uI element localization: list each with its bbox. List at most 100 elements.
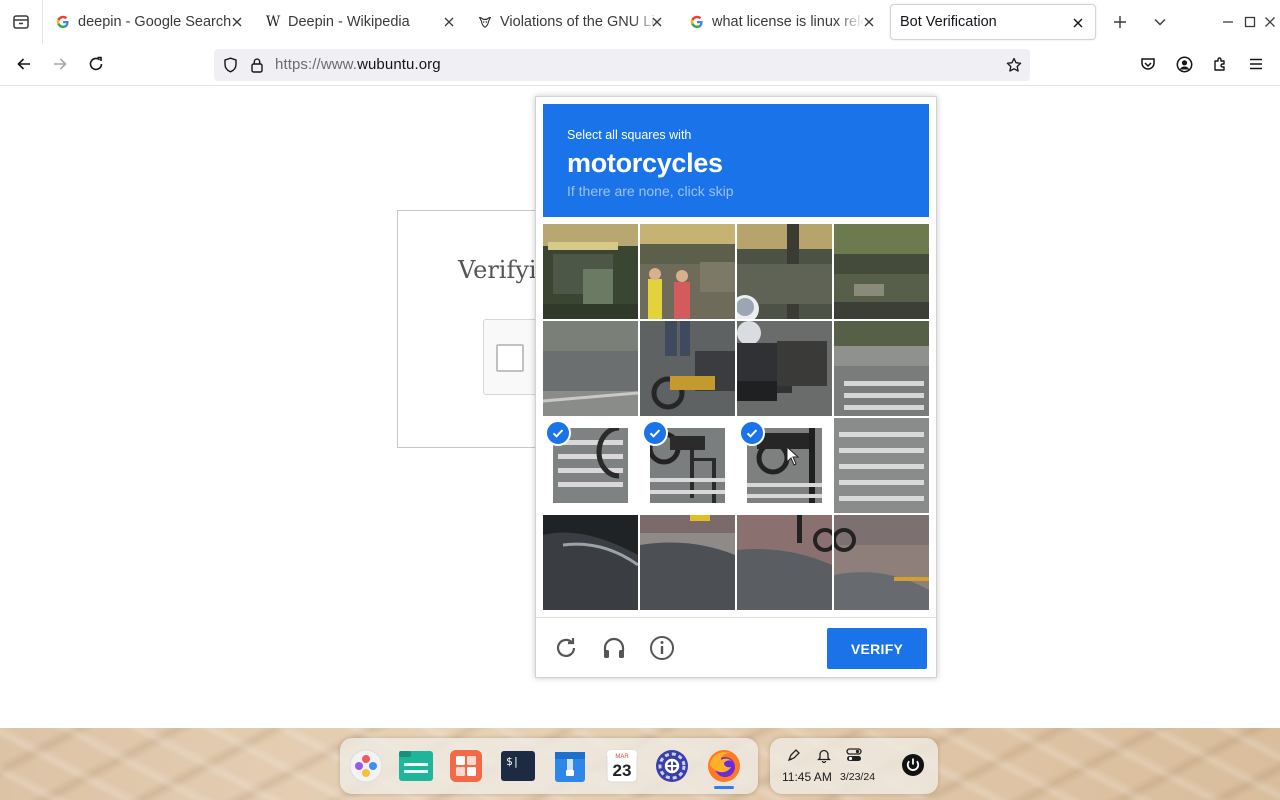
captcha-reload-button[interactable] bbox=[552, 634, 580, 662]
new-tab-button[interactable] bbox=[1108, 10, 1132, 34]
puzzle-icon bbox=[1214, 57, 1225, 71]
tile-image bbox=[543, 321, 638, 416]
captcha-tile-10[interactable] bbox=[640, 418, 735, 513]
captcha-image-grid bbox=[543, 224, 929, 610]
app-menu-button[interactable] bbox=[1244, 52, 1268, 76]
captcha-tile-14[interactable] bbox=[640, 515, 735, 610]
tab-linux-license-search[interactable]: what license is linux released under bbox=[690, 4, 882, 40]
url-scheme: https://www. bbox=[275, 56, 358, 73]
tab-title: what license is linux released under bbox=[712, 14, 864, 30]
tile-image bbox=[834, 321, 929, 416]
captcha-info-button[interactable] bbox=[648, 634, 676, 662]
forward-button[interactable] bbox=[48, 52, 72, 76]
selected-check-icon bbox=[739, 420, 765, 446]
extensions-button[interactable] bbox=[1208, 52, 1232, 76]
captcha-tile-15[interactable] bbox=[737, 515, 832, 610]
tab-overflow-button[interactable] bbox=[1148, 10, 1172, 34]
captcha-audio-button[interactable] bbox=[600, 634, 628, 662]
close-icon bbox=[1073, 18, 1083, 28]
captcha-tile-13[interactable] bbox=[543, 515, 638, 610]
plus-icon bbox=[1114, 16, 1126, 28]
terminal-icon: $| bbox=[501, 751, 535, 781]
captcha-verify-button[interactable]: VERIFY bbox=[827, 628, 927, 669]
dock-terminal[interactable]: $| bbox=[500, 748, 536, 784]
bookmark-star-button[interactable] bbox=[1004, 55, 1024, 75]
dock-firefox[interactable] bbox=[706, 748, 742, 784]
dock: $| MAR 23 bbox=[340, 738, 758, 794]
app-store-icon bbox=[450, 750, 482, 782]
captcha-tile-6[interactable] bbox=[640, 321, 735, 416]
hamburger-menu-icon bbox=[1250, 58, 1262, 70]
account-button[interactable] bbox=[1172, 52, 1196, 76]
wikipedia-icon: W bbox=[265, 14, 281, 30]
captcha-tile-3[interactable] bbox=[737, 224, 832, 319]
captcha-instruction: Select all squares with bbox=[567, 128, 692, 142]
google-icon bbox=[690, 15, 704, 29]
maximize-window-button[interactable] bbox=[1240, 12, 1260, 32]
tab-gnu-violations[interactable]: Violations of the GNU Licenses bbox=[478, 4, 670, 40]
close-icon bbox=[652, 17, 662, 27]
tab-bot-verification[interactable]: Bot Verification bbox=[890, 4, 1096, 40]
padlock-icon[interactable] bbox=[247, 55, 267, 75]
calendar-day: 23 bbox=[613, 761, 632, 780]
reload-icon bbox=[556, 638, 576, 657]
tile-image bbox=[640, 515, 735, 610]
google-icon bbox=[56, 15, 70, 29]
close-tab-button[interactable] bbox=[228, 13, 246, 31]
back-button[interactable] bbox=[12, 52, 36, 76]
captcha-prompt-header: Select all squares with motorcycles If t… bbox=[543, 104, 929, 217]
close-tab-button[interactable] bbox=[1069, 14, 1087, 32]
dock-app-store[interactable] bbox=[448, 748, 484, 784]
pocket-icon bbox=[1141, 58, 1155, 70]
tile-image bbox=[640, 224, 735, 319]
captcha-tile-11[interactable] bbox=[737, 418, 832, 513]
tracking-protection-icon[interactable] bbox=[220, 55, 240, 75]
launcher-icon bbox=[349, 749, 383, 783]
tab-title: deepin - Google Search bbox=[78, 14, 232, 30]
firefox-icon bbox=[708, 750, 740, 782]
dock-file-manager[interactable] bbox=[398, 748, 434, 784]
dock-calendar[interactable]: MAR 23 bbox=[604, 748, 640, 784]
tile-image bbox=[737, 321, 832, 416]
captcha-tile-7[interactable] bbox=[737, 321, 832, 416]
captcha-tile-12[interactable] bbox=[834, 418, 929, 513]
dock-archive-manager[interactable] bbox=[552, 748, 588, 784]
reload-icon bbox=[89, 56, 103, 71]
tab-deepin-wikipedia[interactable]: W Deepin - Wikipedia bbox=[266, 4, 460, 40]
address-bar[interactable]: https://www.wubuntu.org bbox=[214, 49, 1030, 81]
pocket-button[interactable] bbox=[1136, 52, 1160, 76]
tray-clock-time[interactable]: 11:45 AM bbox=[782, 770, 832, 784]
captcha-tile-9[interactable] bbox=[543, 418, 638, 513]
settings-icon bbox=[656, 750, 688, 782]
arrow-right-icon bbox=[54, 58, 67, 70]
dock-settings[interactable] bbox=[654, 748, 690, 784]
toggle-icon bbox=[846, 748, 862, 761]
tray-pen-button[interactable] bbox=[784, 746, 804, 764]
dock-launcher[interactable] bbox=[348, 748, 384, 784]
tray-notifications-button[interactable] bbox=[814, 746, 834, 764]
minimize-window-button[interactable] bbox=[1218, 12, 1238, 32]
captcha-tile-1[interactable] bbox=[543, 224, 638, 319]
captcha-tile-8[interactable] bbox=[834, 321, 929, 416]
url-host: wubuntu.org bbox=[357, 56, 441, 73]
captcha-tile-16[interactable] bbox=[834, 515, 929, 610]
tray-clock-date[interactable]: 3/23/24 bbox=[840, 771, 875, 783]
captcha-checkbox[interactable] bbox=[496, 344, 524, 372]
captcha-target: motorcycles bbox=[567, 148, 723, 178]
close-tab-button[interactable] bbox=[440, 13, 458, 31]
tab-strip: deepin - Google Search W Deepin - Wikipe… bbox=[0, 0, 1280, 45]
close-tab-button[interactable] bbox=[860, 13, 878, 31]
captcha-tile-5[interactable] bbox=[543, 321, 638, 416]
list-all-tabs-button[interactable] bbox=[0, 0, 43, 44]
tray-control-center-button[interactable] bbox=[844, 746, 864, 764]
close-tab-button[interactable] bbox=[648, 13, 666, 31]
captcha-tile-2[interactable] bbox=[640, 224, 735, 319]
tab-list-icon bbox=[13, 15, 29, 29]
close-icon bbox=[444, 17, 454, 27]
captcha-tile-4[interactable] bbox=[834, 224, 929, 319]
tab-deepin-google-search[interactable]: deepin - Google Search bbox=[56, 4, 248, 40]
close-window-button[interactable] bbox=[1260, 12, 1280, 32]
tab-title: Violations of the GNU Licenses bbox=[500, 14, 660, 30]
power-button[interactable] bbox=[898, 750, 928, 780]
reload-button[interactable] bbox=[84, 52, 108, 76]
